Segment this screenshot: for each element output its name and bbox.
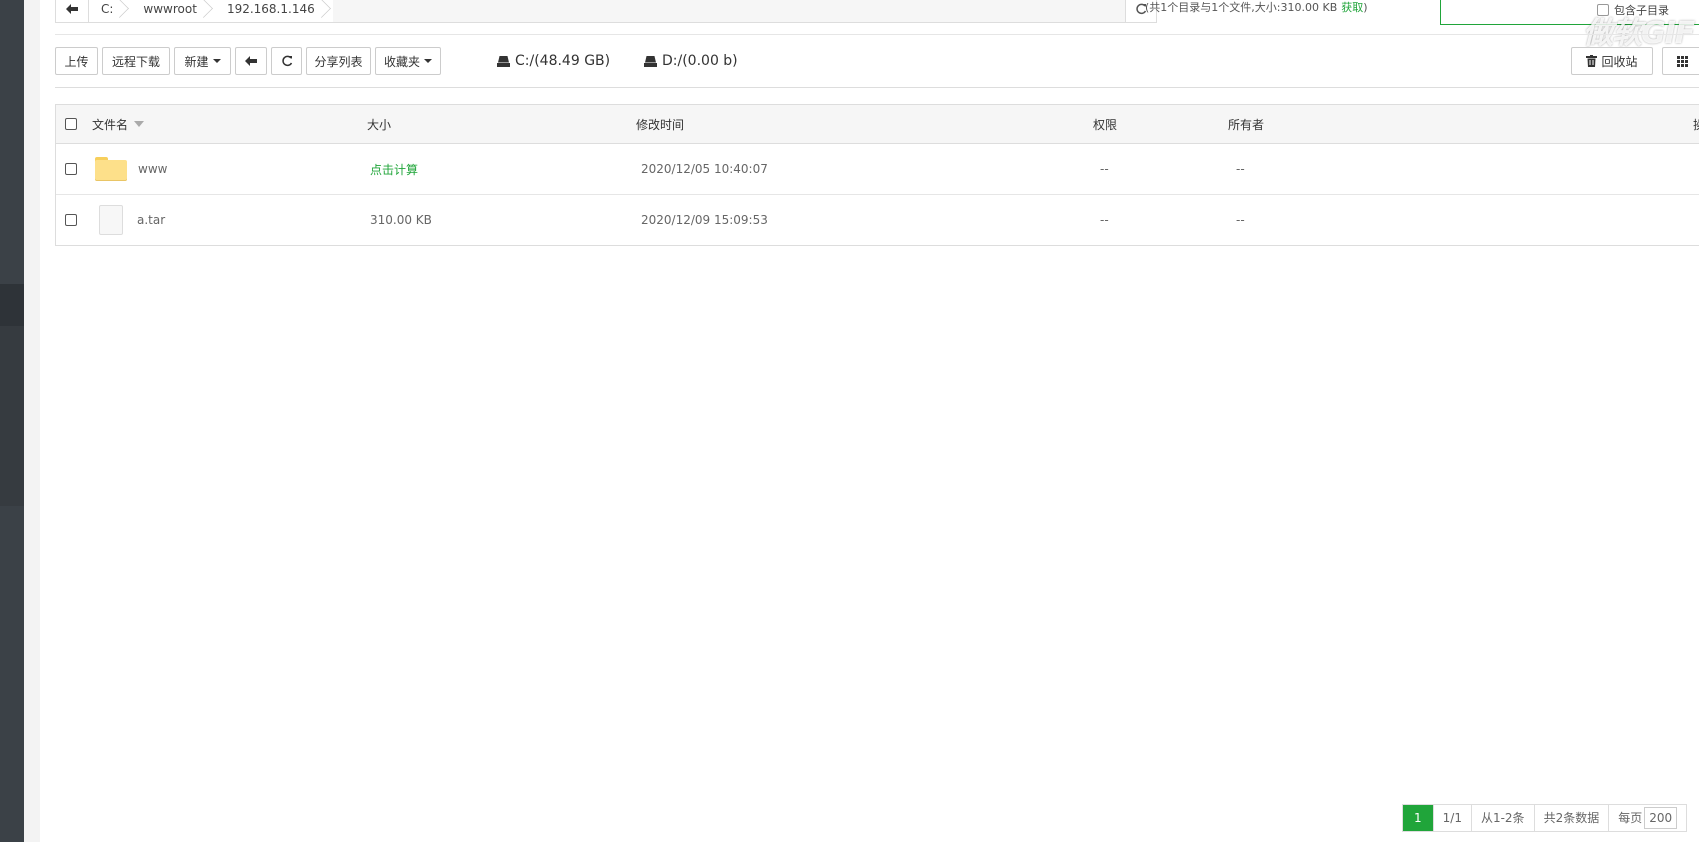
sidebar-section xyxy=(0,326,24,506)
caret-down-icon xyxy=(212,59,221,63)
watermark-logo: 做软GIF xyxy=(1583,16,1695,51)
disk-label: D:/(0.00 b) xyxy=(662,53,738,69)
share-list-button[interactable]: 分享列表 xyxy=(306,47,371,75)
directory-summary-close: ) xyxy=(1363,1,1368,14)
row-checkbox[interactable] xyxy=(65,195,77,245)
total-count: 共2条数据 xyxy=(1533,805,1609,831)
refresh-icon xyxy=(281,55,292,67)
checkbox-icon xyxy=(65,214,77,226)
favorites-button-label: 收藏夹 xyxy=(383,54,420,69)
column-header-size[interactable]: 大小 xyxy=(367,105,391,143)
sort-caret-icon xyxy=(134,121,145,127)
select-all-checkbox[interactable] xyxy=(65,105,77,143)
column-header-name[interactable]: 文件名 xyxy=(92,105,145,143)
page-count: 1/1 xyxy=(1432,805,1471,831)
file-name[interactable]: a.tar xyxy=(137,213,165,227)
table-row[interactable]: www 点击计算 2020/12/05 10:40:07 -- -- xyxy=(56,144,1699,195)
upload-button[interactable]: 上传 xyxy=(55,47,98,75)
folder-icon xyxy=(95,157,127,181)
breadcrumb-item[interactable]: C: xyxy=(89,0,131,22)
back-button[interactable] xyxy=(235,47,267,75)
caret-down-icon xyxy=(424,59,432,63)
grid-icon xyxy=(1676,55,1688,67)
recycle-bin-label: 回收站 xyxy=(1601,54,1638,69)
file-table: 文件名 大小 修改时间 权限 所有者 操 www 点击计算 2020/12/05… xyxy=(55,104,1699,246)
disk-label: C:/(48.49 GB) xyxy=(515,53,611,69)
arrow-left-icon xyxy=(66,4,78,14)
column-header-permission: 权限 xyxy=(1093,117,1118,132)
checkbox-icon xyxy=(65,163,77,175)
row-checkbox[interactable] xyxy=(65,144,77,194)
permission[interactable]: -- xyxy=(1100,144,1109,194)
per-page: 每页 200 xyxy=(1608,805,1686,831)
column-header-label: 文件名 xyxy=(92,117,129,132)
file-icon xyxy=(99,205,123,235)
trash-icon xyxy=(1586,55,1598,67)
breadcrumb-item[interactable]: 192.168.1.146 xyxy=(215,0,333,22)
page-range: 从1-2条 xyxy=(1470,805,1534,831)
hard-drive-icon xyxy=(644,56,657,67)
get-size-link[interactable]: 获取 xyxy=(1341,1,1363,14)
file-name[interactable]: www xyxy=(138,162,167,176)
refresh-button[interactable] xyxy=(271,47,302,75)
permission[interactable]: -- xyxy=(1100,195,1109,245)
new-button-label: 新建 xyxy=(184,54,209,69)
disk-c-button[interactable]: C:/(48.49 GB) xyxy=(497,52,610,70)
column-header-mtime[interactable]: 修改时间 xyxy=(636,105,684,143)
app-sidebar xyxy=(0,0,24,842)
file-name-cell[interactable]: a.tar xyxy=(95,195,165,245)
breadcrumb: C: wwwroot 192.168.1.146 xyxy=(89,0,333,22)
divider xyxy=(55,87,1699,88)
calculate-size-link[interactable]: 点击计算 xyxy=(370,144,418,194)
modified-time: 2020/12/09 15:09:53 xyxy=(641,213,768,227)
checkbox-icon xyxy=(65,118,77,130)
hard-drive-icon xyxy=(497,56,510,67)
sidebar-active-item[interactable] xyxy=(0,284,24,326)
file-name-cell[interactable]: www xyxy=(95,144,167,194)
remote-download-button[interactable]: 远程下载 xyxy=(102,47,170,75)
per-page-label: 每页 xyxy=(1618,811,1643,825)
column-header-owner: 所有者 xyxy=(1228,117,1265,132)
disk-d-button[interactable]: D:/(0.00 b) xyxy=(644,52,738,70)
pagination: 1 1/1 从1-2条 共2条数据 每页 200 xyxy=(1402,804,1688,832)
recycle-bin-button[interactable]: 回收站 xyxy=(1571,47,1653,75)
grid-view-button[interactable] xyxy=(1662,47,1699,75)
page-button-current[interactable]: 1 xyxy=(1403,805,1433,831)
arrow-left-icon xyxy=(245,56,257,66)
owner[interactable]: -- xyxy=(1236,144,1245,194)
sidebar-gap xyxy=(24,0,40,842)
path-back-button[interactable] xyxy=(56,0,89,22)
path-bar: C: wwwroot 192.168.1.146 xyxy=(55,0,1157,23)
modified-time: 2020/12/05 10:40:07 xyxy=(641,162,768,176)
per-page-select[interactable]: 200 xyxy=(1644,807,1678,829)
new-button[interactable]: 新建 xyxy=(174,47,231,75)
owner[interactable]: -- xyxy=(1236,195,1245,245)
directory-summary: (共1个目录与1个文件,大小:310.00 KB 获取) xyxy=(1145,0,1368,16)
file-size: 310.00 KB xyxy=(370,213,432,227)
breadcrumb-item[interactable]: wwwroot xyxy=(131,0,215,22)
divider xyxy=(55,34,1699,35)
table-header: 文件名 大小 修改时间 权限 所有者 操 xyxy=(56,105,1699,144)
column-header-action: 操 xyxy=(1693,105,1699,143)
table-row[interactable]: a.tar 310.00 KB 2020/12/09 15:09:53 -- -… xyxy=(56,195,1699,245)
file-manager: C: wwwroot 192.168.1.146 (共1个目录与1个文件,大小:… xyxy=(40,0,1699,842)
directory-summary-text: (共1个目录与1个文件,大小:310.00 KB xyxy=(1145,1,1338,14)
favorites-button[interactable]: 收藏夹 xyxy=(375,47,441,75)
per-page-value: 200 xyxy=(1649,811,1673,825)
